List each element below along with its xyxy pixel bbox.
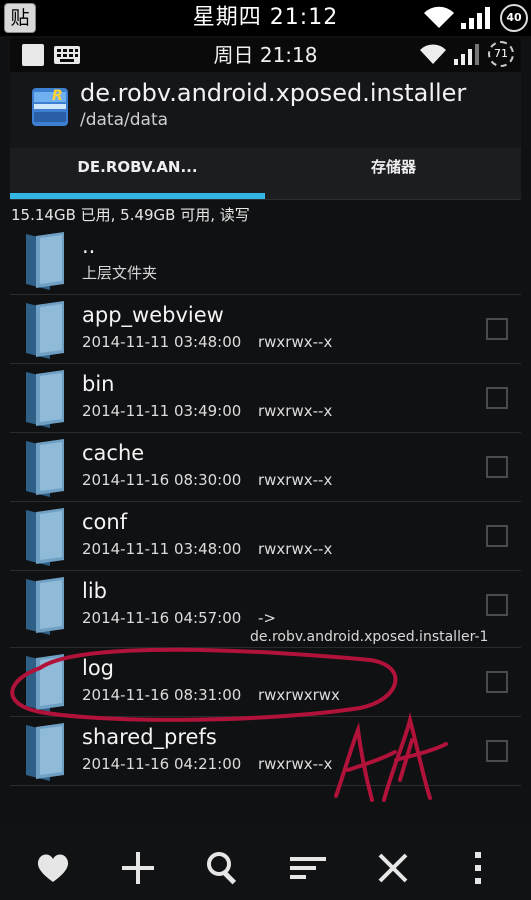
list-item[interactable]: lib 2014-11-16 04:57:00 -> de.robv.andro… <box>10 571 521 648</box>
file-name: log <box>82 656 115 680</box>
file-date: 2014-11-16 04:21:00 <box>82 755 242 773</box>
file-date: 2014-11-16 04:57:00 <box>82 609 242 627</box>
battery-indicator: 40 <box>500 4 528 32</box>
file-date: 2014-11-11 03:48:00 <box>82 333 242 351</box>
file-date: 2014-11-16 08:30:00 <box>82 471 242 489</box>
file-permissions: rwxrwx--x <box>258 402 333 420</box>
select-checkbox[interactable] <box>486 671 508 693</box>
file-permissions: rwxrwx--x <box>258 471 333 489</box>
tab-indicator <box>10 193 265 199</box>
list-item[interactable]: app_webview 2014-11-11 03:48:00 rwxrwx--… <box>10 295 521 364</box>
current-path: /data/data <box>80 110 169 130</box>
folder-icon <box>26 654 64 712</box>
list-item[interactable]: cache 2014-11-16 08:30:00 rwxrwx--x <box>10 433 521 502</box>
plus-icon[interactable] <box>118 848 158 888</box>
list-item[interactable]: bin 2014-11-11 03:49:00 rwxrwx--x <box>10 364 521 433</box>
folder-icon <box>26 577 64 635</box>
sort-icon[interactable] <box>288 848 328 888</box>
select-checkbox[interactable] <box>486 525 508 547</box>
select-checkbox[interactable] <box>486 740 508 762</box>
root-explorer-logo: R <box>32 88 68 126</box>
more-vert-icon[interactable] <box>458 848 498 888</box>
file-permissions: rwxrwx--x <box>258 755 333 773</box>
file-date: 2014-11-11 03:48:00 <box>82 540 242 558</box>
wifi-icon <box>424 6 454 29</box>
file-name: cache <box>82 441 145 465</box>
folder-icon <box>26 370 64 428</box>
file-date: 2014-11-16 08:31:00 <box>82 686 242 704</box>
storage-info: 15.14GB 已用, 5.49GB 可用, 读写 <box>11 206 250 224</box>
file-subtitle: 上层文件夹 <box>82 264 158 282</box>
list-item[interactable]: shared_prefs 2014-11-16 04:21:00 rwxrwx-… <box>10 717 521 786</box>
file-name: bin <box>82 372 115 396</box>
app-header: R de.robv.android.xposed.installer /data… <box>10 72 521 148</box>
select-checkbox[interactable] <box>486 456 508 478</box>
file-name: shared_prefs <box>82 725 217 749</box>
select-checkbox[interactable] <box>486 318 508 340</box>
symlink-target: de.robv.android.xposed.installer-1 <box>250 629 489 645</box>
file-permissions: rwxrwx--x <box>258 540 333 558</box>
folder-icon <box>26 301 64 359</box>
signal-icon <box>461 7 490 29</box>
folder-icon <box>26 232 64 290</box>
battery-indicator: 71 <box>488 41 514 67</box>
close-icon[interactable] <box>373 848 413 888</box>
screen: 贴 星期四 21:12 40 周日 21:18 71 R de.robv.and… <box>0 0 531 900</box>
heart-icon[interactable] <box>33 848 73 888</box>
app-status-bar: 周日 21:18 71 <box>10 38 521 72</box>
file-name: app_webview <box>82 303 224 327</box>
select-checkbox[interactable] <box>486 594 508 616</box>
file-name: lib <box>82 579 107 603</box>
page-title: de.robv.android.xposed.installer <box>80 79 467 107</box>
search-icon[interactable] <box>203 848 243 888</box>
signal-icon <box>454 44 479 65</box>
list-item-parent[interactable]: .. 上层文件夹 <box>10 226 521 295</box>
file-permissions: rwxrwxrwx <box>258 686 340 704</box>
file-permissions: rwxrwx--x <box>258 333 333 351</box>
folder-icon <box>26 508 64 566</box>
folder-icon <box>26 723 64 781</box>
file-name: .. <box>82 234 96 258</box>
wifi-icon <box>420 44 446 64</box>
list-item-log[interactable]: log 2014-11-16 08:31:00 rwxrwxrwx <box>10 648 521 717</box>
file-name: conf <box>82 510 128 534</box>
select-checkbox[interactable] <box>486 387 508 409</box>
tab-storage[interactable]: 存储器 <box>266 148 521 200</box>
list-item[interactable]: conf 2014-11-11 03:48:00 rwxrwx--x <box>10 502 521 571</box>
device-status-bar: 贴 星期四 21:12 40 <box>0 0 531 36</box>
symlink-arrow: -> <box>258 609 276 627</box>
svg-text:R: R <box>52 88 63 104</box>
bottom-toolbar <box>0 830 531 900</box>
file-date: 2014-11-11 03:49:00 <box>82 402 242 420</box>
folder-icon <box>26 439 64 497</box>
